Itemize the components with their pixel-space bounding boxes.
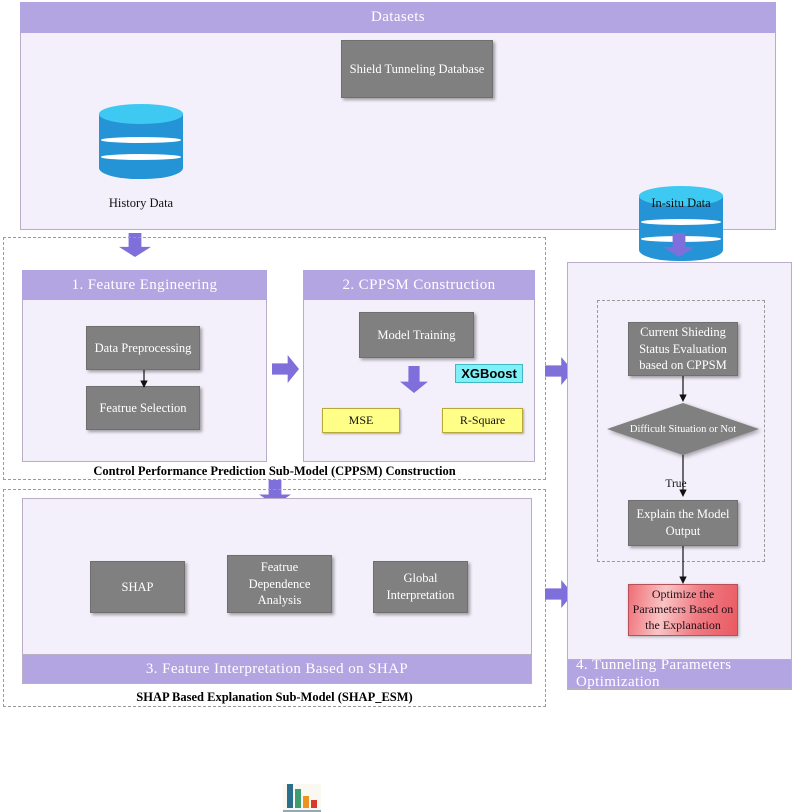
xgboost-label: XGBoost: [461, 366, 517, 381]
cylinder-band: [100, 136, 182, 143]
evaluation-line-3: based on CPPSM: [639, 358, 727, 373]
r-square-label: R-Square: [459, 413, 506, 427]
feature-engineering-title: 1. Feature Engineering: [71, 276, 218, 293]
global-interp-line-1: Global: [403, 571, 438, 586]
connector-preprocessing-to-selection: [140, 370, 148, 388]
evaluation-line-1: Current Shieding: [640, 324, 726, 339]
history-data-label: History Data: [61, 196, 221, 211]
history-data-text: History Data: [108, 196, 174, 210]
difficult-situation-decision-wrap: Difficult Situation or Not: [607, 403, 759, 455]
cppsm-caption: Control Performance Prediction Sub-Model…: [3, 464, 546, 479]
bar-4: [311, 800, 317, 808]
tunneling-optimization-title: 4. Tunneling Parameters Optimization: [576, 657, 732, 690]
explain-line-1: Explain the Model: [636, 507, 730, 522]
mse-metric-box: MSE: [322, 408, 400, 433]
true-label-text: True: [665, 478, 687, 490]
in-situ-data-label: In-situ Data: [601, 196, 761, 211]
shap-esm-caption-text: SHAP Based Explanation Sub-Model (SHAP_E…: [136, 690, 413, 704]
optimize-line-1: Optimize the: [651, 586, 715, 601]
fda-line-3: Analysis: [257, 593, 302, 608]
tunneling-optimization-footer-header: 4. Tunneling Parameters Optimization: [567, 657, 792, 690]
shap-box: SHAP: [90, 561, 185, 613]
xgboost-badge: XGBoost: [455, 364, 523, 383]
featrue-dependence-analysis-box: Featrue Dependence Analysis: [227, 555, 332, 613]
explain-line-2: Output: [665, 524, 701, 538]
cppsm-construction-title: 2. CPPSM Construction: [342, 276, 496, 293]
model-training-box: Model Training: [359, 312, 474, 358]
bar-3: [303, 796, 309, 808]
global-interpretation-box: Global Interpretation: [373, 561, 468, 613]
cylinder-band: [100, 154, 182, 160]
shap-panel-footer-title: 3. Feature Interpretation Based on SHAP: [145, 660, 409, 677]
data-preprocessing-label: Data Preprocessing: [94, 340, 192, 355]
r-square-metric-box: R-Square: [442, 408, 523, 433]
shap-panel-footer-header: 3. Feature Interpretation Based on SHAP: [22, 654, 532, 684]
connector-evaluation-to-decision: [679, 376, 687, 402]
feature-engineering-header: 1. Feature Engineering: [22, 270, 267, 300]
bar-1: [287, 784, 293, 808]
mse-label: MSE: [348, 413, 374, 427]
decision-label: Difficult Situation or Not: [629, 423, 737, 435]
optimize-line-2: Parameters Based on: [632, 602, 734, 617]
cppsm-caption-text: Control Performance Prediction Sub-Model…: [93, 464, 456, 478]
history-data-cylinder-icon: [99, 104, 183, 186]
shap-esm-caption: SHAP Based Explanation Sub-Model (SHAP_E…: [3, 690, 546, 705]
cppsm-construction-header: 2. CPPSM Construction: [303, 270, 535, 300]
datasets-panel-title: Datasets: [370, 9, 425, 25]
fda-line-2: Dependence: [248, 576, 311, 591]
datasets-panel-header: Datasets: [20, 2, 776, 33]
featrue-selection-box: Featrue Selection: [86, 386, 200, 430]
model-training-label: Model Training: [377, 327, 456, 342]
optimize-parameters-box: Optimize the Parameters Based on the Exp…: [628, 584, 738, 636]
current-shielding-status-evaluation-box: Current Shieding Status Evaluation based…: [628, 322, 738, 376]
cylinder-top: [99, 104, 183, 124]
bar-2: [295, 789, 301, 808]
shield-tunneling-database-label: Shield Tunneling Database: [349, 61, 485, 76]
fda-line-1: Featrue: [260, 559, 299, 574]
optimize-line-3: the Explanation: [645, 617, 721, 632]
bar-chart-icon: [283, 784, 321, 812]
shield-tunneling-database-box: Shield Tunneling Database: [341, 40, 493, 98]
in-situ-data-text: In-situ Data: [651, 196, 711, 210]
explain-the-model-output-box: Explain the Model Output: [628, 500, 738, 546]
decision-true-branch-label: True: [646, 478, 706, 490]
shap-label: SHAP: [121, 579, 154, 594]
cylinder-band: [640, 218, 722, 225]
global-interp-line-2: Interpretation: [386, 588, 455, 602]
connector-explain-to-optimize: [679, 546, 687, 584]
difficult-situation-decision: Difficult Situation or Not: [607, 403, 759, 455]
featrue-selection-label: Featrue Selection: [99, 400, 187, 415]
connector-decision-to-explain: [679, 455, 687, 497]
evaluation-line-2: Status Evaluation: [639, 341, 727, 356]
data-preprocessing-box: Data Preprocessing: [86, 326, 200, 370]
